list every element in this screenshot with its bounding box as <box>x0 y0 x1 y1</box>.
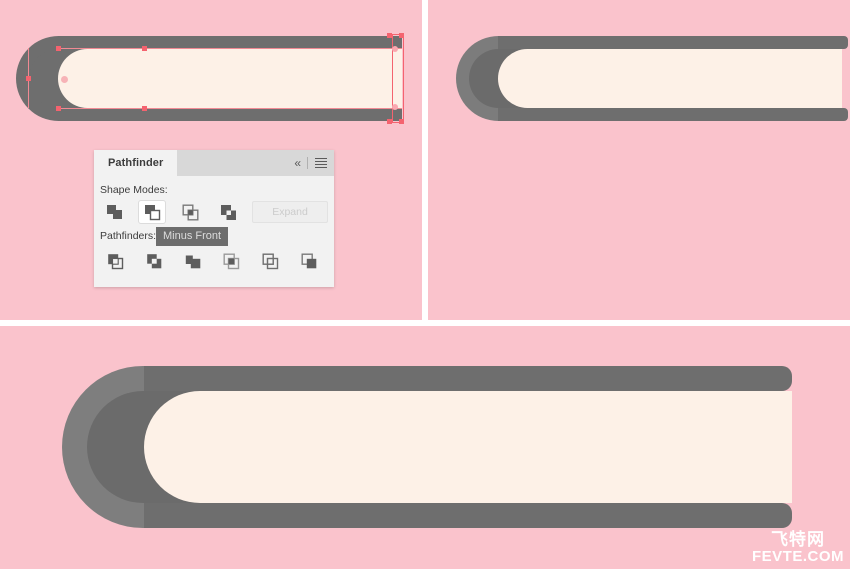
header-separator <box>307 157 308 169</box>
page-shape <box>498 49 842 108</box>
pathfinders-row <box>102 249 334 273</box>
shape-mode-intersect-button[interactable] <box>176 200 204 224</box>
page-shape <box>58 49 402 108</box>
pathfinder-divide-button[interactable] <box>102 249 130 273</box>
anchor-point-hollow[interactable] <box>392 46 398 52</box>
shape-modes-label: Shape Modes: <box>100 184 168 196</box>
selection-edge-bottom <box>58 108 402 109</box>
anchor-point[interactable] <box>142 46 147 51</box>
anchor-handle[interactable] <box>399 119 404 124</box>
artboard-top-right <box>428 0 850 320</box>
screenshot-stage: 飞特网 FEVTE.COM Pathfinder « Shape Modes: <box>0 0 850 569</box>
panel-menu-icon[interactable] <box>315 158 327 168</box>
pathfinder-minus-back-button[interactable] <box>295 249 323 273</box>
double-chevron-left-icon[interactable]: « <box>294 157 301 169</box>
tooltip-minus-front: Minus Front <box>156 227 229 246</box>
exclude-icon <box>220 204 236 220</box>
watermark-chinese: 飞特网 <box>770 530 825 550</box>
cover-bar-top <box>498 36 848 49</box>
anchor-point[interactable] <box>26 76 31 81</box>
pathfinder-trim-button[interactable] <box>141 249 169 273</box>
divide-icon <box>108 253 124 269</box>
pathfinder-merge-button[interactable] <box>179 249 207 273</box>
watermark: 飞特网 FEVTE.COM <box>752 531 844 565</box>
panel-divider-vertical <box>422 0 428 322</box>
panel-tab-strip: Pathfinder « <box>94 150 334 176</box>
shape-mode-unite-button[interactable] <box>100 200 128 224</box>
minus-front-icon <box>144 204 160 220</box>
shape-mode-exclude-button[interactable] <box>214 200 242 224</box>
pathfinders-label-row: Pathfinders: Minus Front <box>94 227 334 246</box>
crop-icon <box>223 253 240 269</box>
trim-icon <box>147 253 162 268</box>
shape-mode-minus-front-button[interactable] <box>138 200 166 224</box>
expand-button[interactable]: Expand <box>252 201 328 223</box>
pathfinders-label: Pathfinders: <box>100 230 157 242</box>
outline-icon <box>262 253 279 269</box>
pathfinder-crop-button[interactable] <box>218 249 246 273</box>
shape-center-point <box>61 76 68 83</box>
anchor-handle[interactable] <box>399 33 404 38</box>
unite-icon <box>106 204 122 219</box>
cover-bar-bottom <box>144 503 792 528</box>
selection-edge-top <box>58 48 402 49</box>
anchor-handle[interactable] <box>387 119 392 124</box>
book-shape-final[interactable] <box>62 366 792 528</box>
panel-header-icons: « <box>294 150 327 176</box>
book-shape-result[interactable] <box>456 36 848 121</box>
merge-icon <box>185 255 200 268</box>
minus-back-icon <box>301 253 316 268</box>
cover-bar-bottom <box>498 108 848 121</box>
cover-bar-top <box>144 366 792 391</box>
shape-modes-row: Expand <box>100 200 334 224</box>
pathfinder-panel[interactable]: Pathfinder « Shape Modes: Expand Pathfin… <box>94 150 334 287</box>
artboard-bottom: 飞特网 FEVTE.COM <box>0 326 850 569</box>
anchor-point[interactable] <box>56 46 61 51</box>
anchor-point[interactable] <box>142 106 147 111</box>
tab-pathfinder[interactable]: Pathfinder <box>94 150 178 176</box>
page-shape <box>144 391 792 503</box>
cover-bar-bottom <box>58 108 402 121</box>
book-shape-selected[interactable] <box>16 33 404 124</box>
panel-divider-horizontal <box>0 320 850 326</box>
anchor-point[interactable] <box>56 106 61 111</box>
intersect-icon <box>182 204 199 221</box>
pathfinder-outline-button[interactable] <box>257 249 285 273</box>
anchor-handle[interactable] <box>387 33 392 38</box>
anchor-point-hollow[interactable] <box>392 104 398 110</box>
panel-body: Shape Modes: Expand Pathfinders: Minus F… <box>94 176 334 273</box>
watermark-latin: FEVTE.COM <box>751 548 844 566</box>
